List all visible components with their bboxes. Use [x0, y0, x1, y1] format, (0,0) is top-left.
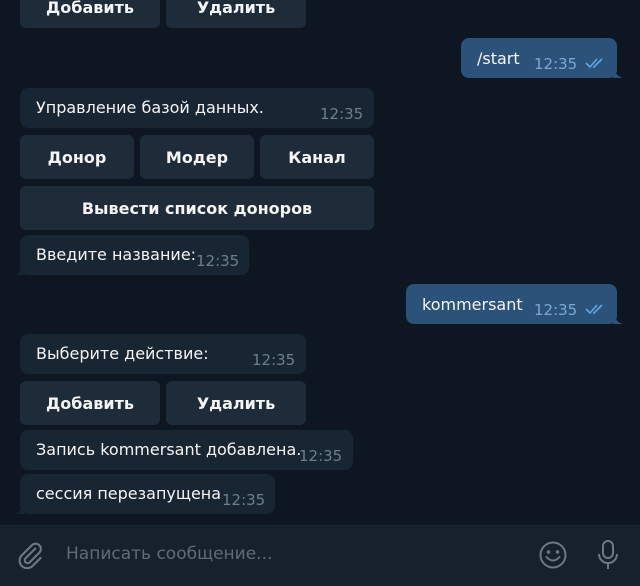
paperclip-icon[interactable] — [16, 541, 44, 569]
double-check-icon — [585, 304, 603, 315]
message-text: Управление базой данных. — [36, 98, 264, 117]
message-time: 12:35 — [299, 447, 343, 465]
top-delete-button[interactable]: Удалить — [166, 0, 306, 28]
message-record-added: Запись kommersant добавлена. 12:35 — [20, 430, 353, 470]
delete-label: Удалить — [196, 393, 276, 413]
channel-button[interactable]: Канал — [260, 135, 374, 179]
bubble-tail — [14, 263, 24, 275]
smile-icon[interactable] — [538, 540, 568, 570]
message-time: 12:35 — [222, 491, 266, 509]
message-time: 12:35 — [196, 252, 240, 270]
message-composer: Написать сообщение... — [0, 524, 640, 586]
moder-button[interactable]: Модер — [140, 135, 254, 179]
message-db-menu: Управление базой данных. 12:35 — [20, 88, 374, 128]
message-text: Выберите действие: — [36, 344, 209, 363]
add-button[interactable]: Добавить — [20, 381, 160, 425]
top-add-button[interactable]: Добавить — [20, 0, 160, 28]
double-check-icon — [585, 58, 603, 69]
bubble-tail — [14, 502, 24, 514]
bubble-tail — [613, 66, 623, 78]
message-choose-action: Выберите действие: 12:35 — [20, 334, 306, 374]
list-donors-button[interactable]: Вывести список доноров — [20, 186, 374, 230]
message-input[interactable]: Написать сообщение... — [66, 544, 272, 564]
donor-label: Донор — [47, 147, 107, 167]
message-text: Введите название: — [36, 245, 197, 264]
message-text: Запись kommersant добавлена. — [36, 440, 302, 459]
message-time: 12:35 — [534, 55, 578, 73]
message-time: 12:35 — [252, 351, 296, 369]
message-text: /start — [477, 49, 520, 68]
message-session-restarted: сессия перезапущена 12:35 — [14, 474, 275, 514]
top-add-label: Добавить — [46, 0, 134, 17]
microphone-icon[interactable] — [595, 539, 621, 571]
top-delete-label: Удалить — [196, 0, 276, 17]
message-start: /start 12:35 — [461, 38, 623, 78]
message-kommersant: kommersant 12:35 — [406, 284, 623, 324]
message-time: 12:35 — [320, 105, 364, 123]
channel-label: Канал — [288, 147, 346, 167]
delete-button[interactable]: Удалить — [166, 381, 306, 425]
list-donors-label: Вывести список доноров — [81, 198, 313, 218]
message-enter-name: Введите название: 12:35 — [14, 235, 249, 275]
donor-button[interactable]: Донор — [20, 135, 134, 179]
message-text: сессия перезапущена — [36, 484, 222, 503]
bubble-tail — [613, 312, 623, 324]
message-text: kommersant — [422, 295, 523, 314]
add-label: Добавить — [46, 393, 134, 413]
moder-label: Модер — [165, 147, 229, 167]
message-time: 12:35 — [534, 301, 578, 319]
